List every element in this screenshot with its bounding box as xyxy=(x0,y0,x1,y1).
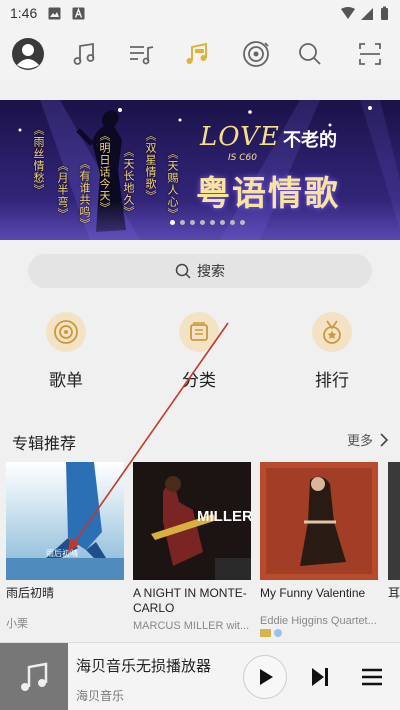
now-playing-subtitle: 海贝音乐 xyxy=(76,689,125,703)
quality-badges xyxy=(260,629,378,637)
signal-icon xyxy=(361,8,373,20)
mini-player[interactable]: 海贝音乐无损播放器 海贝音乐 xyxy=(0,642,400,710)
search-icon[interactable] xyxy=(292,36,328,72)
promo-banner[interactable]: 《雨丝情愁》 《月半弯》 《有谁共鸣》 《明日话今天》 《天长地久》 《双星情歌… xyxy=(0,100,400,240)
queue-button[interactable] xyxy=(358,663,386,691)
playlist-icon[interactable] xyxy=(123,36,159,72)
search-bar[interactable]: 搜索 xyxy=(28,254,372,288)
skip-next-icon xyxy=(312,668,328,686)
banner-song-4: 《明日话今天》 xyxy=(98,130,111,214)
wifi-icon xyxy=(341,7,355,19)
banner-headline-sub: IS C60 xyxy=(228,153,257,163)
album-title: My Funny Valentine xyxy=(260,586,366,600)
album-cover xyxy=(260,462,378,580)
music-note-icon[interactable] xyxy=(66,36,102,72)
search-label: 搜索 xyxy=(197,264,225,280)
album-card[interactable]: 雨后初晴 雨后初晴 小栗 xyxy=(6,462,124,631)
a-notification-icon xyxy=(72,7,85,20)
category-icon xyxy=(179,312,219,352)
album-artist: Eddie Higgins Quartet... xyxy=(260,615,377,627)
music-note-icon xyxy=(21,662,48,691)
category-label: 排行 xyxy=(315,371,349,391)
banner-song-6: 《双星情歌》 xyxy=(144,130,157,202)
banner-love: LOVE xyxy=(200,122,280,152)
banner-song-1: 《雨丝情愁》 xyxy=(32,124,45,196)
hires-music-icon[interactable] xyxy=(180,36,216,72)
disc-icon xyxy=(46,312,86,352)
category-genres[interactable]: 分类 xyxy=(159,312,239,391)
album-card[interactable]: My Funny Valentine Eddie Higgins Quartet… xyxy=(260,462,378,637)
banner-pagination xyxy=(170,220,245,225)
play-icon xyxy=(260,669,273,685)
album-card[interactable]: MILLER A NIGHT IN MONTE-CARLO MARCUS MIL… xyxy=(133,462,251,632)
play-button[interactable] xyxy=(243,655,287,699)
banner-headline-small: 不老的 xyxy=(283,130,337,151)
more-label: 更多 xyxy=(346,434,373,449)
battery-icon xyxy=(381,8,388,20)
menu-icon xyxy=(362,668,382,686)
category-playlists[interactable]: 歌单 xyxy=(26,312,106,391)
status-bar: 1:46 xyxy=(0,0,400,28)
category-label: 分类 xyxy=(182,371,216,391)
banner-song-3: 《有谁共鸣》 xyxy=(78,158,91,230)
status-right-icons xyxy=(341,6,388,20)
album-cover: 雨后初晴 xyxy=(6,462,124,580)
more-link[interactable]: 更多 xyxy=(347,430,388,449)
album-cover xyxy=(388,462,400,580)
next-button[interactable] xyxy=(306,663,334,691)
album-title: A NIGHT IN MONTE-CARLO xyxy=(133,586,247,615)
radio-icon[interactable] xyxy=(238,36,274,72)
banner-song-2: 《月半弯》 xyxy=(56,160,69,220)
banner-headline: 粤语情歌 xyxy=(196,174,340,214)
category-charts[interactable]: 排行 xyxy=(292,312,372,391)
top-nav xyxy=(0,28,400,80)
scan-icon[interactable] xyxy=(352,36,388,72)
section-title: 专辑推荐 xyxy=(12,434,77,453)
avatar-icon xyxy=(12,38,44,70)
avatar[interactable] xyxy=(10,36,46,72)
image-notification-icon xyxy=(48,7,61,20)
chevron-right-icon xyxy=(380,432,388,447)
medal-icon xyxy=(312,312,352,352)
album-title: 耳 xyxy=(388,586,400,600)
album-artist: MARCUS MILLER wit... xyxy=(133,620,250,632)
album-title: 雨后初晴 xyxy=(6,586,55,600)
banner-song-7: 《天赐人心》 xyxy=(166,148,179,220)
now-playing-artwork xyxy=(0,643,68,710)
album-cover: MILLER xyxy=(133,462,251,580)
album-artist: 小栗 xyxy=(6,618,28,630)
now-playing-title: 海贝音乐无损播放器 xyxy=(76,657,212,675)
search-icon xyxy=(175,263,191,279)
status-time: 1:46 xyxy=(10,5,38,21)
category-label: 歌单 xyxy=(49,371,83,391)
banner-song-5: 《天长地久》 xyxy=(122,146,135,218)
album-card-partial[interactable]: 耳 xyxy=(388,462,400,601)
